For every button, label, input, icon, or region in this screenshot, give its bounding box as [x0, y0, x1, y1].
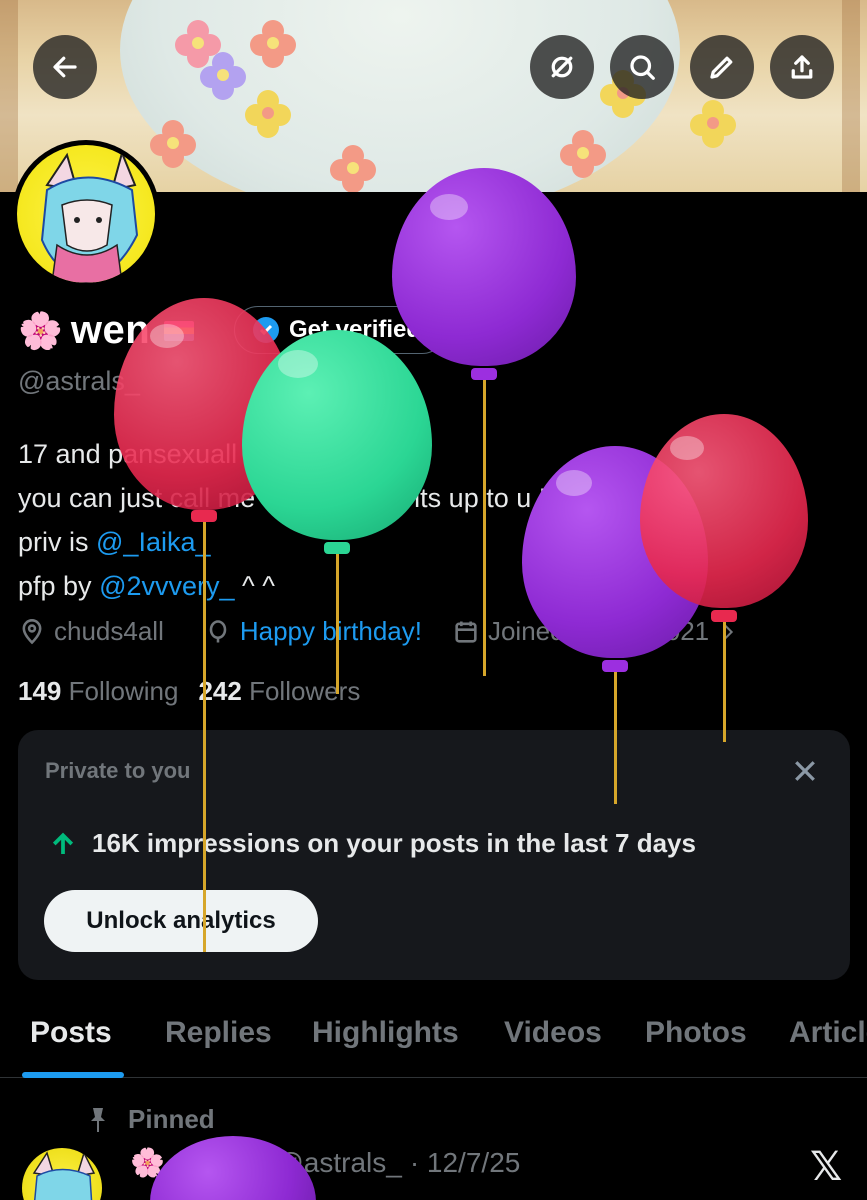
flower-decoration [690, 100, 736, 148]
pinned-text: Pinned [128, 1104, 215, 1134]
active-tab-indicator [22, 1072, 124, 1078]
pencil-icon [710, 56, 733, 79]
search-icon [630, 55, 655, 80]
location-pin-icon [22, 618, 42, 644]
flower-decoration [200, 52, 246, 100]
arrow-left-icon [53, 56, 77, 78]
back-button[interactable] [33, 35, 97, 99]
arrow-up-icon [52, 832, 74, 854]
flower-decoration [245, 90, 291, 138]
search-button[interactable] [610, 35, 674, 99]
close-icon [795, 761, 815, 781]
flower-decoration [250, 20, 296, 68]
pin-icon [91, 1107, 105, 1132]
follow-counts: 149 Following 242 Followers [18, 676, 360, 707]
impressions-stat: 16K impressions on your posts in the las… [48, 828, 696, 859]
location-text: chuds4all [54, 616, 164, 646]
post-date[interactable]: · 12/7/25 [410, 1147, 521, 1179]
display-name-emoji: 🌸 [18, 309, 63, 351]
share-icon [791, 55, 813, 79]
impressions-text: 16K impressions on your posts in the las… [92, 828, 696, 858]
avatar-image [17, 145, 155, 283]
tab-photos[interactable]: Photos [645, 1016, 747, 1050]
unlock-analytics-button[interactable]: Unlock analytics [44, 890, 318, 952]
post-avatar[interactable] [22, 1148, 102, 1200]
edit-button[interactable] [690, 35, 754, 99]
flower-decoration [330, 145, 376, 192]
pinned-label: Pinned [86, 1104, 215, 1135]
x-logo-icon: 𝕏 [810, 1145, 843, 1189]
tab-replies[interactable]: Replies [165, 1016, 272, 1050]
chevron-right-icon [724, 624, 734, 639]
private-analytics-card: Private to you 16K impressions on your p… [18, 730, 850, 980]
pfp-suffix: ^ ^ [234, 571, 275, 601]
flower-decoration [150, 120, 196, 168]
grok-button[interactable] [530, 35, 594, 99]
tab-videos[interactable]: Videos [504, 1016, 602, 1050]
grok-icon [551, 56, 573, 78]
following-link[interactable]: 149 Following [18, 676, 178, 707]
bio-line-priv: priv is @_Iaika_ [18, 520, 546, 564]
location: chuds4all [18, 616, 164, 647]
flower-decoration [560, 130, 606, 178]
profile-tabs: Posts Replies Highlights Videos Photos A… [0, 1010, 867, 1078]
profile-avatar[interactable] [12, 140, 160, 288]
share-button[interactable] [770, 35, 834, 99]
birthday-text[interactable]: Happy birthday! [240, 616, 422, 647]
tab-posts[interactable]: Posts [30, 1016, 112, 1050]
bio-line-pfp: pfp by @2vvvery_ ^ ^ [18, 564, 546, 608]
tab-articles[interactable]: Articles [789, 1016, 867, 1050]
priv-prefix: priv is [18, 527, 97, 557]
private-card-title: Private to you [45, 758, 191, 783]
close-card-button[interactable] [790, 756, 824, 790]
followers-label: Followers [249, 676, 361, 706]
pfp-prefix: pfp by [18, 571, 100, 601]
birthday: Happy birthday! [204, 616, 422, 647]
calendar-icon [455, 621, 477, 643]
following-label: Following [68, 676, 179, 706]
tab-highlights[interactable]: Highlights [312, 1016, 459, 1050]
following-count: 149 [18, 676, 62, 706]
balloon-icon [209, 619, 227, 642]
priv-mention-link[interactable]: @_Iaika_ [96, 527, 210, 557]
pfp-mention-link[interactable]: @2vvvery_ [99, 571, 234, 601]
